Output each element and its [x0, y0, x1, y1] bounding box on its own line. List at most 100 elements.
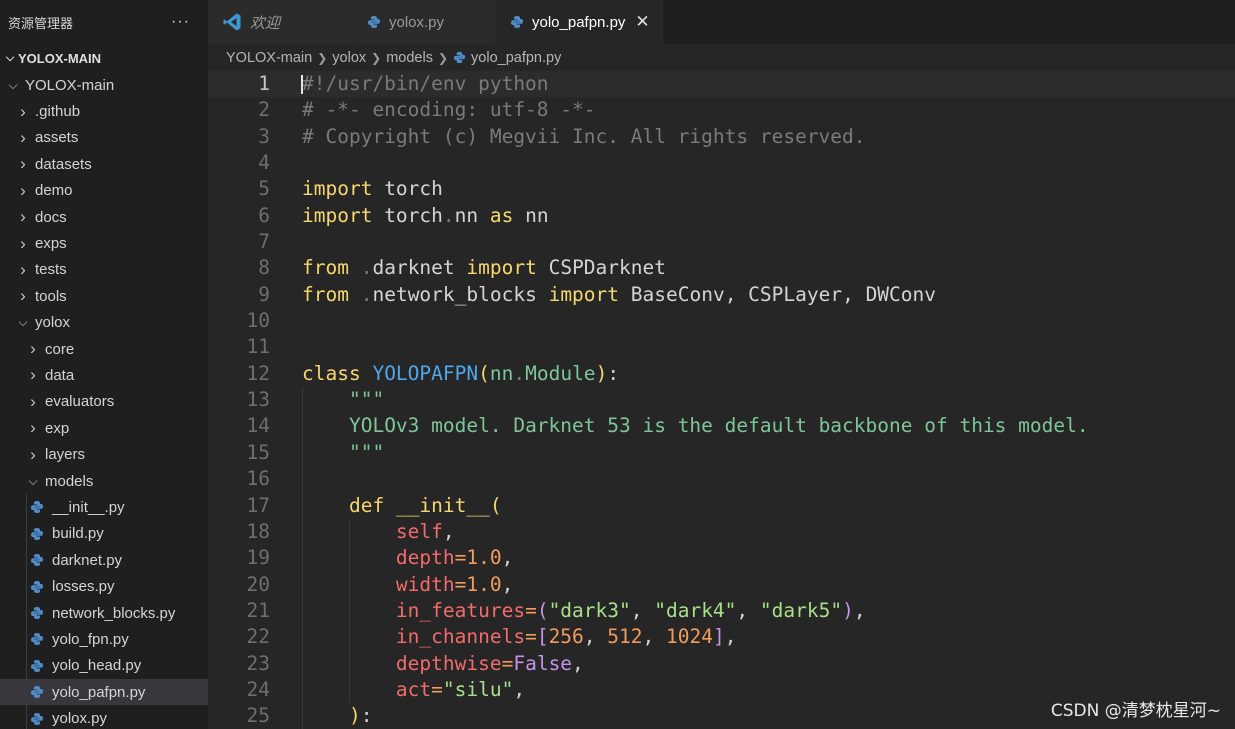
tree-file-item[interactable]: network_blocks.py — [0, 599, 208, 627]
chevron-right-icon: › — [30, 444, 36, 464]
tree-file-item[interactable]: yolo_fpn.py — [0, 626, 208, 653]
code-token: , — [442, 519, 455, 543]
tree-folder-item[interactable]: › tools — [0, 283, 208, 309]
code-token: depthwise — [395, 651, 502, 675]
code-token: ( — [489, 493, 502, 517]
tree-folder-item[interactable]: › exp — [0, 415, 208, 441]
code-text: in_channels=[256, 512, 1024], — [302, 624, 737, 650]
code-editor[interactable]: 1 #!/usr/bin/env python 2 # -*- encoding: u… — [208, 71, 1235, 729]
tab-yolox-py[interactable]: yolox.py — [353, 0, 496, 44]
tree-file-item[interactable]: yolox.py — [0, 705, 208, 729]
code-line: 15 """ — [208, 440, 1235, 466]
code-line: 17 def __init__( — [208, 493, 1235, 519]
tree-file-item[interactable]: yolo_pafpn.py — [0, 678, 208, 706]
tree-item-label: layers — [45, 446, 86, 464]
code-token: import — [466, 256, 537, 280]
tree-file-item[interactable]: losses.py — [0, 573, 208, 600]
breadcrumb: YOLOX-main ❯ yolox ❯ models ❯ yolo_pafpn… — [208, 44, 1235, 71]
tree-folder-item[interactable]: › evaluators — [0, 389, 208, 415]
code-token: act — [395, 677, 432, 701]
chevron-down-icon: ⌵ — [28, 473, 38, 488]
breadcrumb-item[interactable]: models — [386, 50, 433, 66]
chevron-right-icon: › — [20, 207, 26, 227]
code-text: in_features=("dark3", "dark4", "dark5"), — [302, 598, 866, 624]
tree-folder-item[interactable]: › data — [0, 362, 208, 388]
code-token: , — [736, 598, 760, 622]
code-token: darknet — [372, 256, 467, 280]
tree-item-label: docs — [35, 208, 67, 226]
indent-guide — [26, 705, 27, 729]
line-number: 16 — [246, 467, 270, 491]
code-token: = — [525, 625, 537, 649]
indent-guide — [26, 520, 27, 548]
code-token: "dark3" — [548, 598, 631, 622]
tree-folder-item[interactable]: › datasets — [0, 151, 208, 177]
tree-file-item[interactable]: yolo_head.py — [0, 652, 208, 679]
indent-guide — [26, 573, 27, 600]
chevron-right-icon: › — [20, 180, 26, 200]
tab-bar: 欢迎 yolox.py yolo_pafpn.py ✕ — [208, 0, 1235, 44]
tree-item-label: yolox — [35, 314, 71, 332]
code-line: 18 self, — [208, 519, 1235, 545]
indent-guide — [26, 547, 27, 574]
editor-area: 欢迎 yolox.py yolo_pafpn.py ✕ YOLOX-main ❯… — [208, 0, 1235, 729]
tree-file-item[interactable]: __init__.py — [0, 494, 208, 521]
tree-file-item[interactable]: darknet.py — [0, 547, 208, 574]
tree-folder-item[interactable]: › docs — [0, 204, 208, 230]
code-text: YOLOv3 model. Darknet 53 is the default … — [302, 413, 1089, 439]
line-number: 11 — [246, 335, 270, 359]
workspace-section-header[interactable]: ⌵ YOLOX-MAIN — [0, 44, 208, 72]
code-text: # Copyright (c) Megvii Inc. All rights r… — [302, 124, 866, 150]
code-line: 4 — [208, 150, 1235, 176]
breadcrumb-item[interactable]: YOLOX-main — [226, 50, 312, 66]
code-token: width — [395, 572, 455, 596]
more-actions-icon[interactable]: ··· — [171, 13, 190, 31]
chevron-right-icon: › — [30, 391, 36, 411]
python-file-icon — [30, 685, 44, 699]
code-text: """ — [302, 440, 384, 466]
indent-guide — [26, 678, 27, 706]
code-token: nn — [513, 203, 549, 227]
python-file-icon — [30, 632, 44, 646]
tree-folder-item[interactable]: ⌵ YOLOX-main — [0, 72, 208, 98]
line-number: 2 — [258, 98, 270, 122]
tree-folder-item[interactable]: › layers — [0, 441, 208, 467]
python-file-icon — [453, 51, 466, 64]
close-tab-icon[interactable]: ✕ — [635, 12, 649, 32]
tree-file-item[interactable]: build.py — [0, 520, 208, 548]
tree-folder-item[interactable]: › demo — [0, 178, 208, 204]
code-token: import — [302, 177, 373, 201]
chevron-right-icon: › — [20, 127, 26, 147]
code-token: ) — [842, 598, 854, 622]
code-line: 7 — [208, 229, 1235, 255]
breadcrumb-item[interactable]: yolox — [332, 50, 366, 66]
tab-welcome[interactable]: 欢迎 — [208, 0, 353, 44]
code-text: def __init__( — [302, 493, 502, 519]
code-token: , — [630, 598, 655, 622]
chevron-right-icon: › — [20, 101, 26, 121]
code-token: self — [395, 519, 443, 543]
code-token: : — [607, 361, 620, 385]
tab-yolo-pafpn-py[interactable]: yolo_pafpn.py ✕ — [496, 0, 663, 44]
code-token: from — [302, 282, 349, 306]
breadcrumb-file[interactable]: yolo_pafpn.py — [471, 50, 561, 66]
tree-folder-item[interactable]: › tests — [0, 257, 208, 283]
code-token: ( — [536, 598, 549, 622]
tree-folder-item[interactable]: ⌵ models — [0, 468, 208, 494]
tree-folder-item[interactable]: › assets — [0, 125, 208, 151]
line-number: 5 — [258, 177, 270, 201]
code-token: BaseConv, CSPLayer, DWConv — [619, 282, 937, 306]
chevron-right-icon: › — [20, 259, 26, 279]
code-line: 8 from .darknet import CSPDarknet — [208, 255, 1235, 281]
tree-folder-item[interactable]: ⌵ yolox — [0, 310, 208, 336]
chevron-right-icon: › — [20, 286, 26, 306]
chevron-right-icon: › — [20, 233, 26, 253]
code-token: = — [501, 651, 514, 675]
tree-folder-item[interactable]: › core — [0, 336, 208, 362]
tree-folder-item[interactable]: › exps — [0, 230, 208, 256]
tree-folder-item[interactable]: › .github — [0, 98, 208, 124]
code-line: 2 # -*- encoding: utf-8 -*- — [208, 97, 1235, 123]
tab-welcome-label: 欢迎 — [250, 14, 281, 32]
